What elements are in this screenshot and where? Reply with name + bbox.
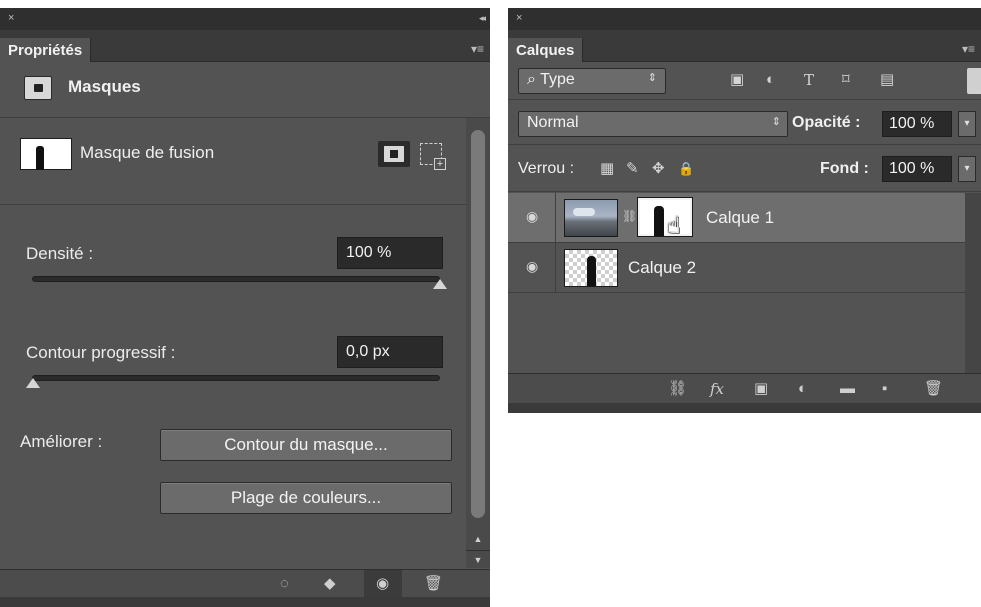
link-icon[interactable]: ⛓ <box>622 209 637 223</box>
fill-label: Fond : <box>820 160 869 177</box>
add-vector-mask-button[interactable] <box>420 143 446 170</box>
column-divider <box>555 243 556 293</box>
filter-image-icon[interactable]: ▣ <box>730 71 744 89</box>
layer-list: ◉ ⛓ ☝ Calque 1 ◉ Calque 2 <box>508 193 965 373</box>
scrollbar-thumb[interactable] <box>471 130 485 518</box>
layer-mask-section: Masque de fusion <box>0 119 490 205</box>
refine-label: Améliorer : <box>20 432 103 451</box>
close-icon[interactable]: × <box>8 12 14 24</box>
layers-panel: × Calques ▾≡ ⌕ Type ⇕ ▣ ◐ T ⌑ ▤ Normal ⇕… <box>508 8 981 413</box>
layer-mask-label: Masque de fusion <box>80 143 215 162</box>
pixel-mask-button[interactable] <box>378 141 410 167</box>
blend-mode-select[interactable]: Normal ⇕ <box>518 111 788 137</box>
trash-icon[interactable]: 🗑 <box>424 575 443 593</box>
masks-title: Masques <box>68 77 141 96</box>
fx-icon[interactable]: fx <box>710 380 724 398</box>
search-icon: ⌕ <box>527 71 536 88</box>
feather-field[interactable]: 0,0 px <box>337 336 443 368</box>
scroll-down-arrow[interactable]: ▼ <box>466 550 490 568</box>
properties-titlebar: × ◂◂ <box>0 8 490 30</box>
layer-row-calque-1[interactable]: ◉ ⛓ ☝ Calque 1 <box>508 193 965 243</box>
layer-row-calque-2[interactable]: ◉ Calque 2 <box>508 243 965 293</box>
opacity-dropdown[interactable]: ▾ <box>958 111 976 137</box>
visibility-eye-icon[interactable]: ◉ <box>526 258 538 275</box>
lock-move-icon[interactable]: ✥ <box>652 160 665 178</box>
select-arrows-icon: ⇕ <box>771 116 781 128</box>
panel-menu-icon[interactable]: ▾≡ <box>962 42 975 56</box>
properties-footer: ◌ ◆ ◉ 🗑 <box>0 569 490 598</box>
filter-shape-icon[interactable]: ⌑ <box>842 71 850 89</box>
column-divider <box>555 193 556 243</box>
eye-icon: ◉ <box>376 575 390 592</box>
layers-footer: ⛓ fx ▣ ◐ ▬ ▪ 🗑 <box>508 373 981 403</box>
density-field[interactable]: 100 % <box>337 237 443 269</box>
select-arrows-icon: ⇕ <box>647 72 657 84</box>
layers-titlebar: × <box>508 8 981 30</box>
fill-field[interactable]: 100 % <box>882 156 952 182</box>
layer-image-thumbnail <box>564 199 618 237</box>
lock-paint-icon[interactable]: ✎ <box>626 160 639 178</box>
filter-type-select[interactable]: ⌕ Type ⇕ <box>518 68 666 94</box>
blend-mode-value: Normal <box>527 114 579 131</box>
apply-mask-icon[interactable]: ◆ <box>324 575 336 593</box>
panel-menu-icon[interactable]: ▾≡ <box>471 42 484 56</box>
toggle-mask-button[interactable]: ◉ <box>364 570 402 598</box>
blend-row: Normal ⇕ Opacité : 100 % ▾ <box>508 101 981 145</box>
filter-text-icon[interactable]: T <box>804 71 814 89</box>
layers-resize-bar[interactable] <box>508 403 981 413</box>
filter-type-value: Type <box>540 71 575 88</box>
new-layer-icon[interactable]: ▪ <box>882 380 887 398</box>
feather-slider-thumb[interactable] <box>26 378 40 388</box>
properties-tabbar: Propriétés ▾≡ <box>0 30 490 62</box>
layer-name[interactable]: Calque 1 <box>706 208 774 228</box>
fill-dropdown[interactable]: ▾ <box>958 156 976 182</box>
density-slider[interactable] <box>32 276 447 289</box>
lock-all-icon[interactable]: 🔒 <box>678 160 694 178</box>
tab-layers[interactable]: Calques <box>508 38 584 62</box>
color-range-button[interactable]: Plage de couleurs... <box>160 482 452 514</box>
feather-label: Contour progressif : <box>26 343 176 362</box>
opacity-field[interactable]: 100 % <box>882 111 952 137</box>
close-icon[interactable]: × <box>516 12 522 24</box>
folder-icon[interactable]: ▬ <box>840 380 855 398</box>
mask-icon <box>24 76 52 100</box>
trash-icon[interactable]: 🗑 <box>924 380 943 398</box>
lock-row: Verrou : ▦ ✎ ✥ 🔒 Fond : 100 % ▾ <box>508 146 981 192</box>
density-slider-thumb[interactable] <box>433 279 447 289</box>
link-layers-icon[interactable]: ⛓ <box>668 380 687 398</box>
adjustment-layer-icon[interactable]: ◐ <box>798 380 807 398</box>
layers-tabbar: Calques ▾≡ <box>508 30 981 62</box>
load-selection-icon[interactable]: ◌ <box>280 575 289 593</box>
opacity-label: Opacité : <box>792 114 861 131</box>
layer-name[interactable]: Calque 2 <box>628 258 696 278</box>
mask-thumbnail <box>20 138 72 170</box>
properties-panel: × ◂◂ Propriétés ▾≡ Masques Masque de fus… <box>0 8 490 607</box>
collapse-icon[interactable]: ◂◂ <box>479 12 486 24</box>
layer-mask-thumbnail[interactable] <box>637 197 693 237</box>
masks-header: Masques <box>0 62 490 118</box>
lock-label: Verrou : <box>518 160 575 177</box>
tab-properties[interactable]: Propriétés <box>0 38 92 62</box>
add-mask-icon[interactable]: ▣ <box>754 380 768 398</box>
hand-cursor-icon: ☝ <box>666 212 681 239</box>
layer-transparent-thumbnail <box>564 249 618 287</box>
filter-toggle[interactable] <box>967 68 981 94</box>
layer-filter-row: ⌕ Type ⇕ ▣ ◐ T ⌑ ▤ <box>508 62 981 100</box>
visibility-eye-icon[interactable]: ◉ <box>526 208 538 225</box>
lock-pixels-icon[interactable]: ▦ <box>600 160 614 178</box>
scroll-up-arrow[interactable]: ▲ <box>466 530 490 548</box>
filter-adjustment-icon[interactable]: ◐ <box>766 71 775 89</box>
properties-scrollbar[interactable]: ▲ ▼ <box>466 118 490 568</box>
filter-smart-object-icon[interactable]: ▤ <box>880 71 894 89</box>
feather-slider[interactable] <box>26 375 440 388</box>
density-label: Densité : <box>26 244 94 263</box>
properties-resize-bar[interactable] <box>0 597 490 607</box>
layers-scrollbar[interactable] <box>965 193 981 373</box>
mask-edge-button[interactable]: Contour du masque... <box>160 429 452 461</box>
